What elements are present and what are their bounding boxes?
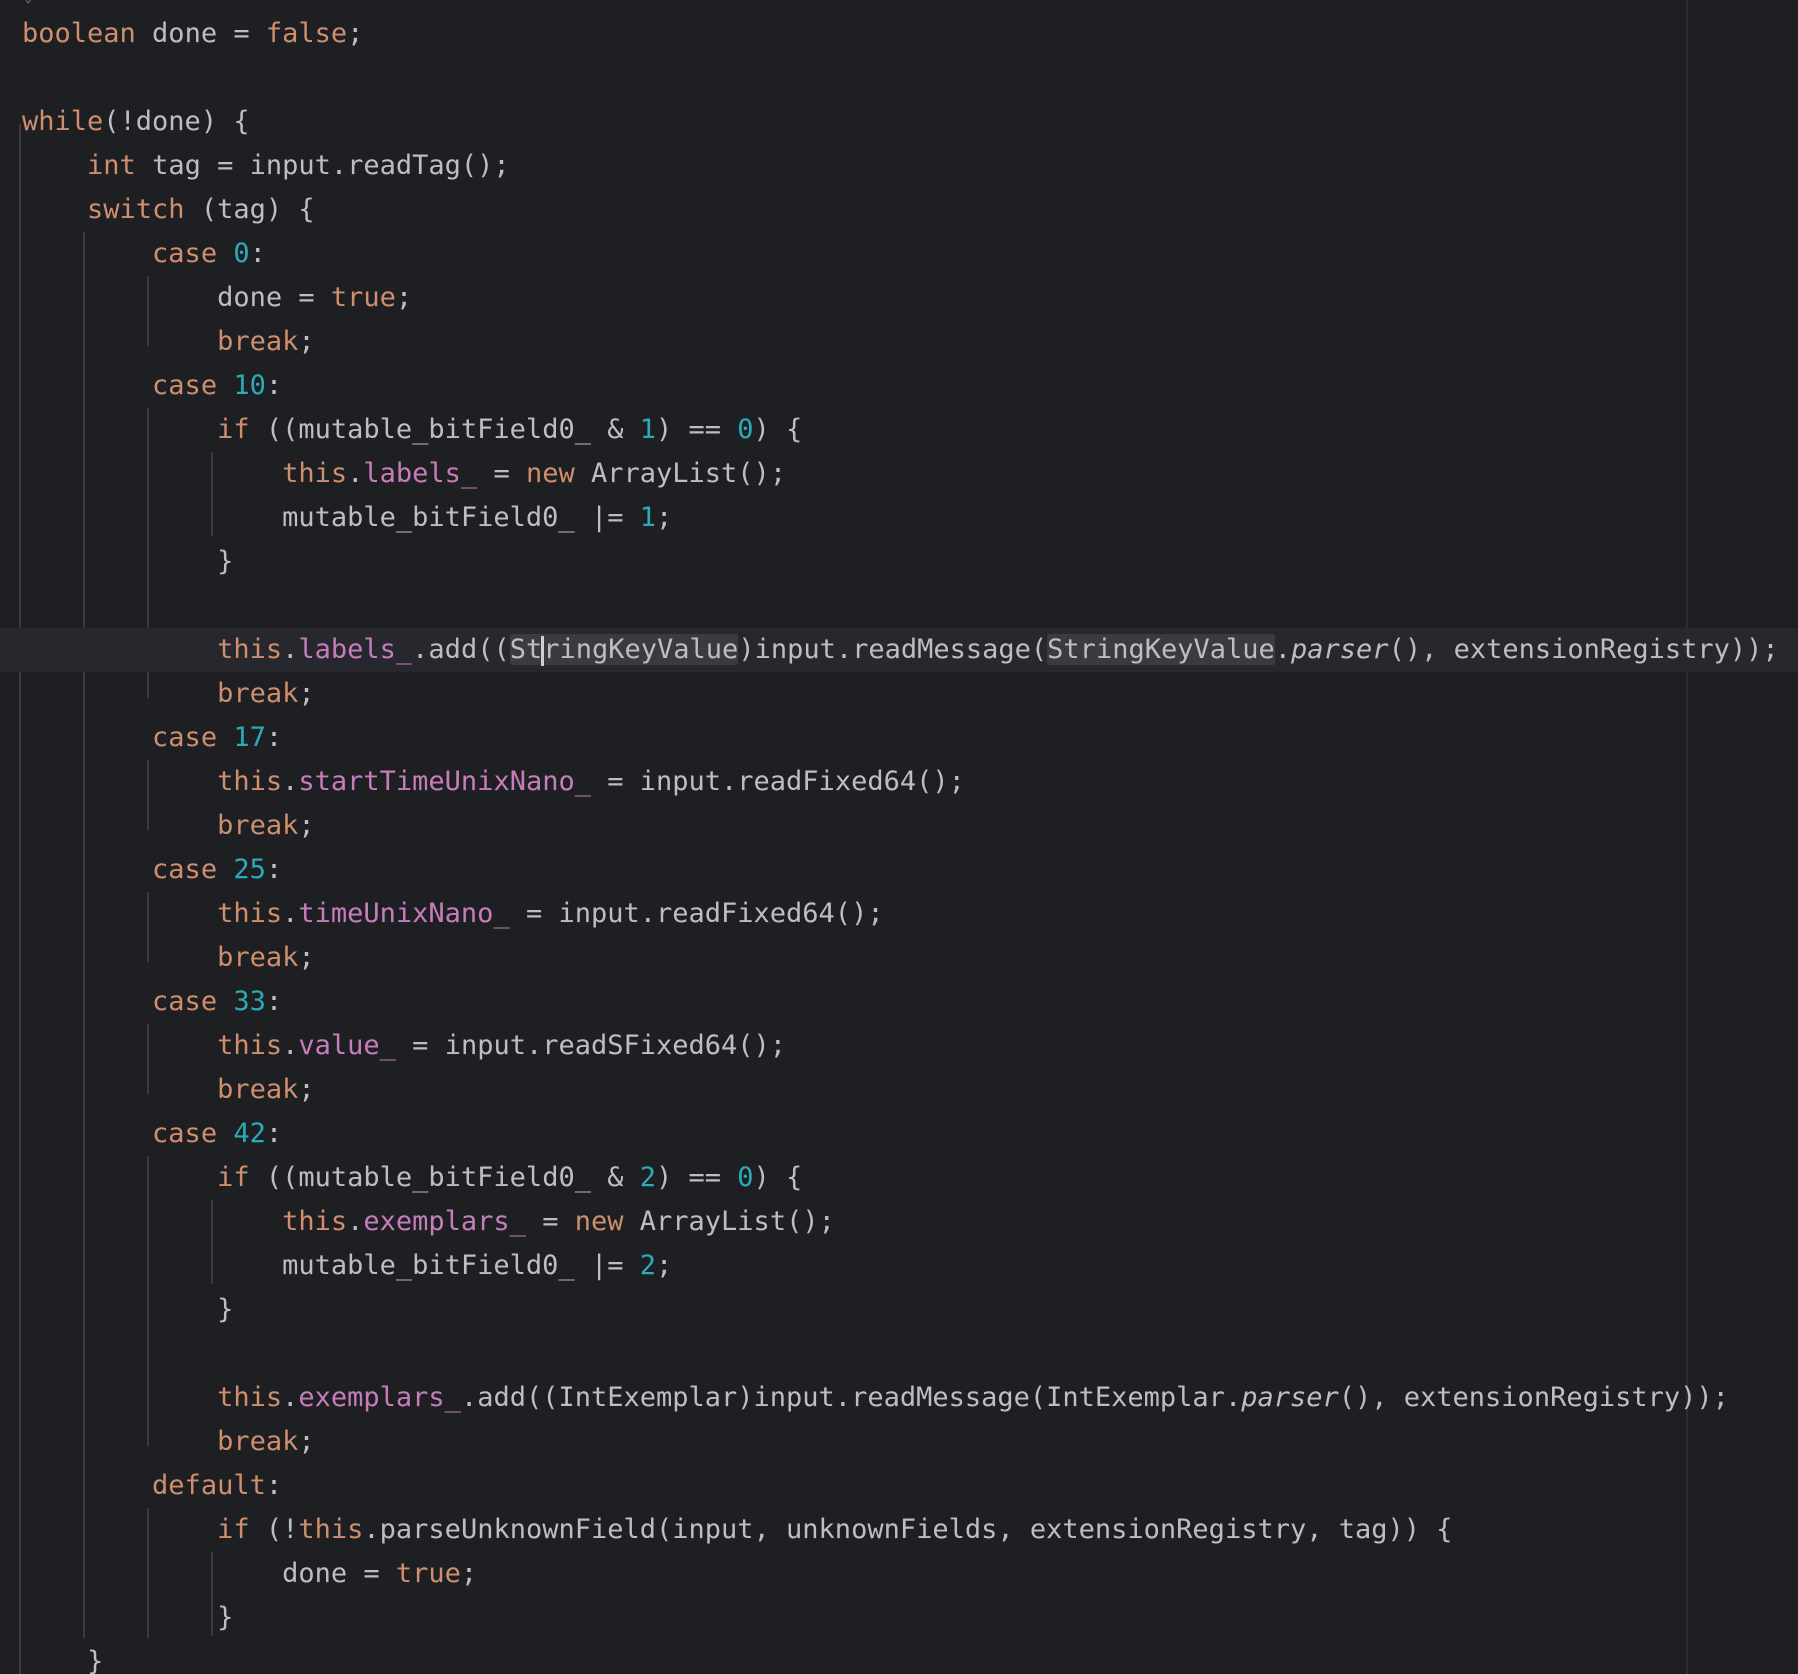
code-line[interactable]: mutable_bitField0_ |= 2; — [0, 1244, 1798, 1288]
code-line[interactable]: case 42: — [0, 1112, 1798, 1156]
code-line[interactable]: } — [0, 540, 1798, 584]
code-line[interactable] — [0, 1332, 1798, 1376]
code-line[interactable]: } — [0, 1596, 1798, 1640]
code-text: } — [22, 1602, 234, 1633]
code-line[interactable]: } — [0, 1640, 1798, 1674]
code-text: case 0: — [152, 238, 266, 269]
code-text: case 42: — [152, 1118, 283, 1149]
code-text: mutable_bitField0_ |= 1; — [22, 502, 673, 533]
code-text: this.labels_ = new ArrayList(); — [282, 458, 787, 489]
code-line[interactable]: case 17: — [0, 716, 1798, 760]
code-text: this.timeUnixNano_ = input.readFixed64()… — [217, 898, 884, 929]
code-line[interactable]: switch (tag) { — [0, 188, 1798, 232]
code-line[interactable]: mutable_bitField0_ |= 1; — [0, 496, 1798, 540]
code-text: this.exemplars_.add((IntExemplar)input.r… — [217, 1382, 1729, 1413]
code-text: break; — [217, 810, 315, 841]
code-line[interactable]: boolean done = false; — [0, 12, 1798, 56]
code-line[interactable] — [0, 584, 1798, 628]
code-editor[interactable]: ⌄ boolean done = false; while(!done) { in… — [0, 0, 1798, 1674]
code-line[interactable]: this.exemplars_ = new ArrayList(); — [0, 1200, 1798, 1244]
code-line[interactable]: case 25: — [0, 848, 1798, 892]
code-text: default: — [152, 1470, 283, 1501]
code-line[interactable]: if (!this.parseUnknownField(input, unkno… — [0, 1508, 1798, 1552]
code-line[interactable]: this.value_ = input.readSFixed64(); — [0, 1024, 1798, 1068]
code-text: this.value_ = input.readSFixed64(); — [217, 1030, 787, 1061]
code-text: done = true; — [22, 282, 413, 313]
code-text: if ((mutable_bitField0_ & 2) == 0) { — [217, 1162, 803, 1193]
code-text: case 25: — [152, 854, 283, 885]
code-text: } — [22, 546, 234, 577]
code-line[interactable]: case 10: — [0, 364, 1798, 408]
code-text: break; — [217, 326, 315, 357]
scrolled-off-fragment: ⌄ — [24, 0, 34, 5]
code-text: break; — [217, 942, 315, 973]
code-text: while(!done) { — [22, 106, 250, 137]
code-line[interactable]: default: — [0, 1464, 1798, 1508]
code-line[interactable]: break; — [0, 804, 1798, 848]
code-line[interactable]: break; — [0, 672, 1798, 716]
code-line[interactable]: this.timeUnixNano_ = input.readFixed64()… — [0, 892, 1798, 936]
code-text: case 17: — [152, 722, 283, 753]
code-text: break; — [217, 678, 315, 709]
code-text: } — [22, 1294, 234, 1325]
code-line[interactable]: break; — [0, 936, 1798, 980]
code-line[interactable]: break; — [0, 320, 1798, 364]
code-text: case 10: — [152, 370, 283, 401]
code-text: switch (tag) { — [87, 194, 315, 225]
code-text: if (!this.parseUnknownField(input, unkno… — [217, 1514, 1453, 1545]
current-code-line[interactable]: this.labels_.add((StringKeyValue)input.r… — [0, 628, 1798, 672]
code-text: done = true; — [22, 1558, 478, 1589]
code-line[interactable]: if ((mutable_bitField0_ & 1) == 0) { — [0, 408, 1798, 452]
code-text: boolean done = false; — [22, 18, 364, 49]
code-line[interactable]: break; — [0, 1068, 1798, 1112]
code-text: break; — [217, 1074, 315, 1105]
code-line[interactable]: while(!done) { — [0, 100, 1798, 144]
code-line[interactable]: done = true; — [0, 276, 1798, 320]
text-caret — [541, 635, 545, 666]
code-text: } — [22, 1646, 104, 1674]
code-line[interactable]: if ((mutable_bitField0_ & 2) == 0) { — [0, 1156, 1798, 1200]
code-line[interactable]: this.exemplars_.add((IntExemplar)input.r… — [0, 1376, 1798, 1420]
code-line[interactable] — [0, 56, 1798, 100]
code-line[interactable]: this.startTimeUnixNano_ = input.readFixe… — [0, 760, 1798, 804]
code-line[interactable]: break; — [0, 1420, 1798, 1464]
code-text: this.labels_.add((StringKeyValue)input.r… — [217, 634, 1779, 666]
code-text: break; — [217, 1426, 315, 1457]
code-text: mutable_bitField0_ |= 2; — [22, 1250, 673, 1281]
code-line[interactable]: case 33: — [0, 980, 1798, 1024]
code-line[interactable]: this.labels_ = new ArrayList(); — [0, 452, 1798, 496]
code-text: if ((mutable_bitField0_ & 1) == 0) { — [217, 414, 803, 445]
code-line[interactable]: } — [0, 1288, 1798, 1332]
code-text: this.exemplars_ = new ArrayList(); — [282, 1206, 835, 1237]
code-line[interactable]: case 0: — [0, 232, 1798, 276]
code-line[interactable]: done = true; — [0, 1552, 1798, 1596]
code-text: this.startTimeUnixNano_ = input.readFixe… — [217, 766, 965, 797]
code-text: int tag = input.readTag(); — [87, 150, 510, 181]
code-text: case 33: — [152, 986, 283, 1017]
code-line[interactable]: int tag = input.readTag(); — [0, 144, 1798, 188]
